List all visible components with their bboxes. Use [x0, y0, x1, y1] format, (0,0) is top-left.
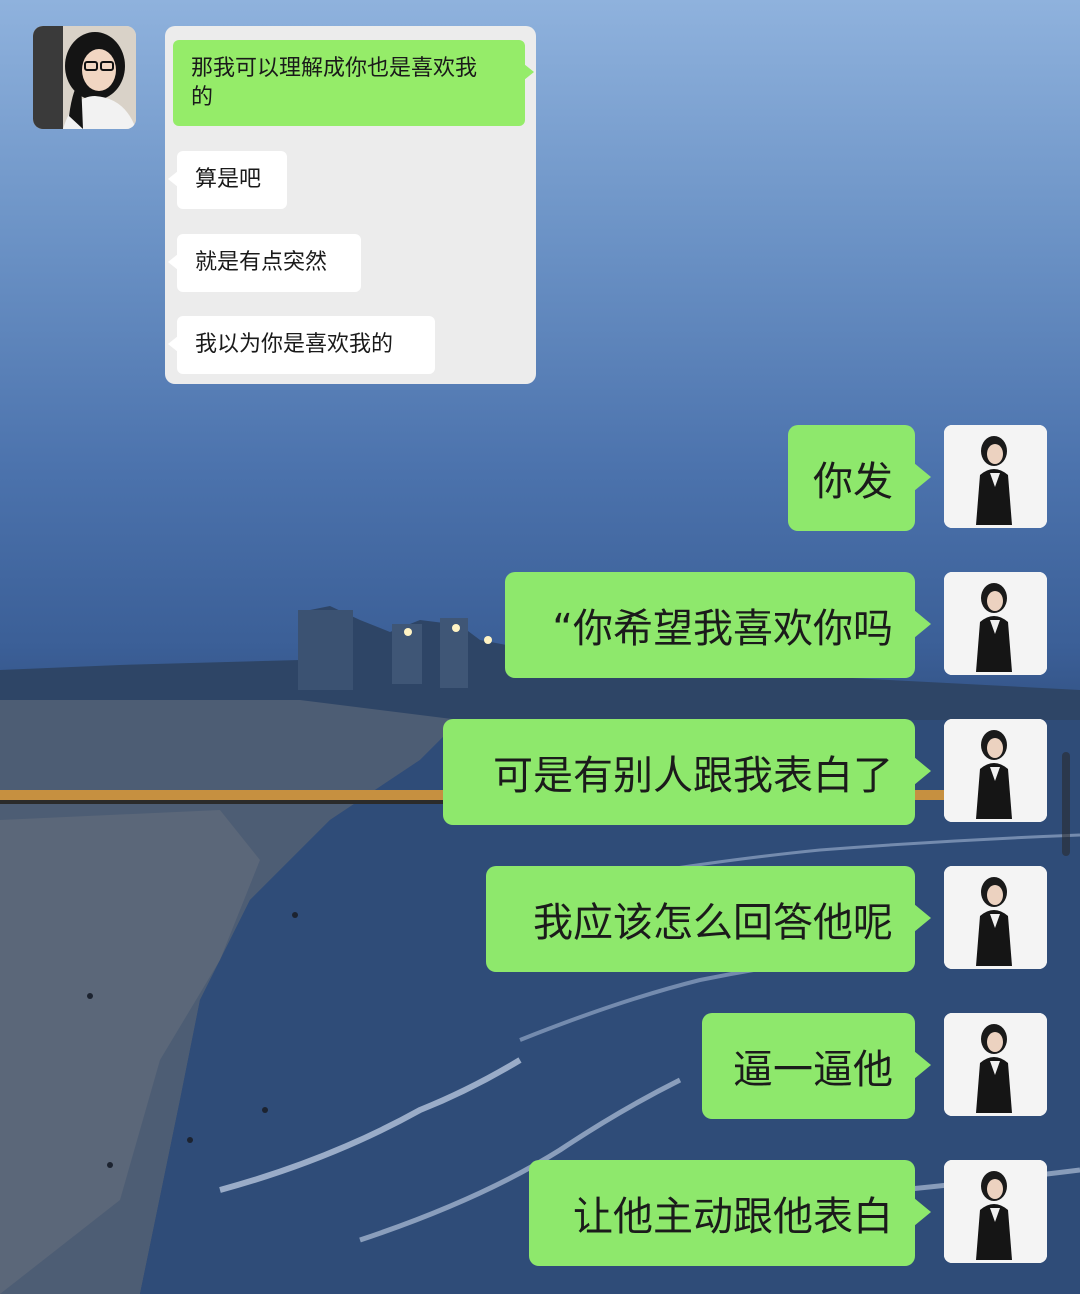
- chat-message-bubble-2[interactable]: “你希望我喜欢你吗: [505, 572, 931, 678]
- quoted-incoming-text-1: 算是吧: [195, 167, 262, 192]
- chat-message-bubble-3[interactable]: 可是有别人跟我表白了: [443, 719, 931, 825]
- quoted-incoming-text-3: 我以为你是喜欢我的: [195, 332, 394, 357]
- quoted-incoming-bubble-2[interactable]: 就是有点突然: [168, 234, 361, 292]
- right-avatar-icon[interactable]: [944, 572, 1047, 675]
- quoted-outgoing-bubble[interactable]: 那我可以理解成你也是喜欢我 的: [173, 40, 534, 126]
- right-avatar-icon[interactable]: [944, 425, 1047, 528]
- quoted-outgoing-text-line1: 那我可以理解成你也是喜欢我: [191, 56, 478, 81]
- left-avatar-icon[interactable]: [33, 26, 136, 129]
- quoted-outgoing-text-line2: 的: [191, 85, 214, 110]
- scrollbar[interactable]: [1062, 752, 1070, 856]
- right-avatar-icon[interactable]: [944, 866, 1047, 969]
- chat-message-bubble-6[interactable]: 让他主动跟他表白: [529, 1160, 931, 1266]
- quoted-incoming-bubble-3[interactable]: 我以为你是喜欢我的: [168, 316, 435, 374]
- chat-message-bubble-1[interactable]: 你发: [788, 425, 931, 531]
- chat-message-text-6: 让他主动跟他表白: [573, 1194, 893, 1240]
- quoted-incoming-text-2: 就是有点突然: [195, 250, 328, 275]
- chat-message-text-2: “你希望我喜欢你吗: [552, 606, 893, 652]
- chat-message-bubble-5[interactable]: 逼一逼他: [702, 1013, 931, 1119]
- right-avatar-icon[interactable]: [944, 1013, 1047, 1116]
- chat-message-text-5: 逼一逼他: [733, 1047, 893, 1093]
- right-avatar-icon[interactable]: [944, 1160, 1047, 1263]
- right-avatar-icon[interactable]: [944, 719, 1047, 822]
- quoted-incoming-bubble-1[interactable]: 算是吧: [168, 151, 287, 209]
- chat-message-text-3: 可是有别人跟我表白了: [493, 753, 893, 799]
- chat-message-text-4: 我应该怎么回答他呢: [533, 900, 893, 946]
- chat-message-bubble-4[interactable]: 我应该怎么回答他呢: [486, 866, 931, 972]
- chat-message-text-1: 你发: [813, 459, 893, 505]
